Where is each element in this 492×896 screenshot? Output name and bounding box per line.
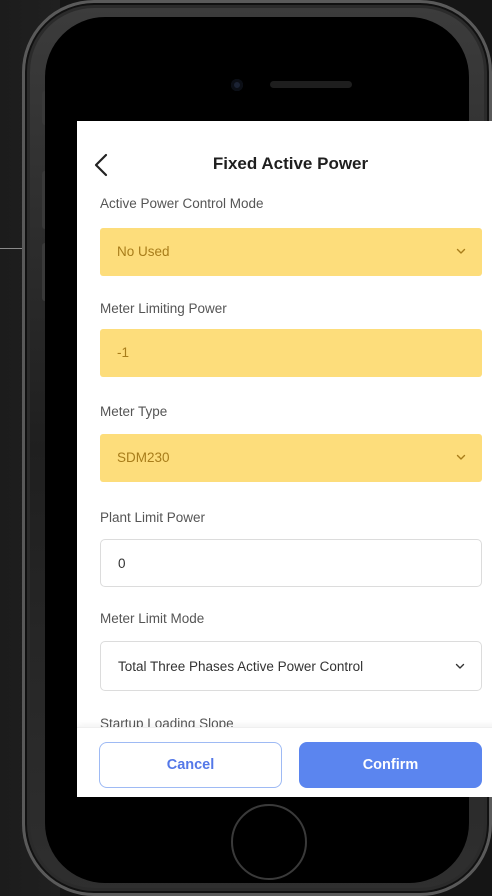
nav-bar: Fixed Active Power	[77, 121, 492, 195]
meter-limiting-power-label: Meter Limiting Power	[100, 301, 227, 316]
confirm-button[interactable]: Confirm	[299, 742, 482, 788]
meter-type-value: SDM230	[117, 450, 170, 465]
app-screen: Fixed Active Power Active Power Control …	[77, 121, 492, 797]
plant-limit-power-value: 0	[118, 556, 126, 571]
front-camera	[231, 79, 243, 91]
phone-frame: Fixed Active Power Active Power Control …	[22, 0, 492, 896]
plant-limit-power-input[interactable]: 0	[100, 539, 482, 587]
meter-limiting-power-input[interactable]: -1	[100, 329, 482, 377]
home-button[interactable]	[231, 804, 307, 880]
meter-type-select[interactable]: SDM230	[100, 434, 482, 482]
active-power-control-mode-label: Active Power Control Mode	[100, 196, 264, 211]
active-power-control-mode-select[interactable]: No Used	[100, 228, 482, 276]
plant-limit-power-label: Plant Limit Power	[100, 510, 206, 525]
meter-type-label: Meter Type	[100, 404, 168, 419]
meter-limit-mode-value: Total Three Phases Active Power Control	[118, 659, 364, 674]
chevron-down-icon	[456, 454, 466, 460]
earpiece-speaker	[270, 81, 352, 88]
page-title: Fixed Active Power	[212, 154, 369, 173]
cancel-button[interactable]: Cancel	[99, 742, 282, 788]
action-footer: Cancel Confirm	[77, 727, 492, 797]
active-power-control-mode-value: No Used	[117, 244, 170, 259]
meter-limiting-power-value: -1	[117, 345, 130, 360]
meter-limit-mode-label: Meter Limit Mode	[100, 611, 205, 626]
chevron-down-icon	[456, 248, 466, 254]
meter-limit-mode-select[interactable]: Total Three Phases Active Power Control	[100, 641, 482, 691]
chevron-down-icon	[455, 663, 465, 669]
